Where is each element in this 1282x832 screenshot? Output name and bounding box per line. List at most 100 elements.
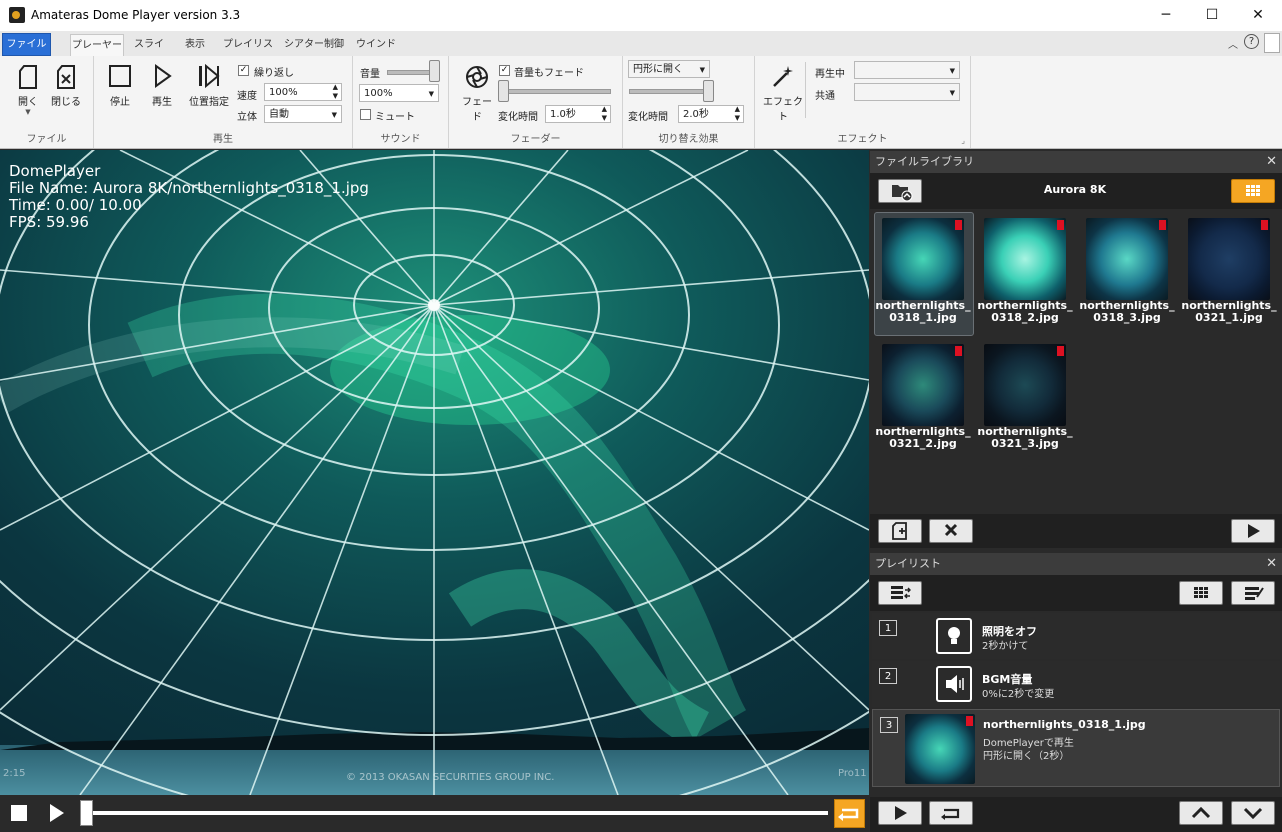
playlist-play-button[interactable] <box>878 801 922 825</box>
seek-bar[interactable] <box>80 811 828 815</box>
spinner-icon: ▲ ▼ <box>734 105 740 122</box>
playlist-header: プレイリスト ✕ <box>870 553 1282 575</box>
tab-player[interactable]: プレーヤー <box>70 34 124 57</box>
aurora-dome-image <box>0 150 869 795</box>
playlist-row[interactable]: 1 照明をオフ 2秒かけて <box>872 613 1280 659</box>
ribbon: 開く ▼ 閉じる ファイル 停止 再生 位置指定 ✓ 繰り返し 速度 100% ▲… <box>0 56 1282 149</box>
library-item[interactable]: northernlights_ 0321_3.jpg <box>976 340 1074 450</box>
fader-slider[interactable] <box>501 89 611 94</box>
lightbulb-icon <box>936 618 972 654</box>
tab-theater-control[interactable]: シアター制御 <box>281 34 347 56</box>
effect-playing-select[interactable]: ▼ <box>854 61 960 79</box>
playlist-row[interactable]: 2 BGM音量 0%に2秒で変更 <box>872 661 1280 707</box>
scroll-handle[interactable] <box>1264 33 1280 53</box>
play-icon[interactable] <box>48 803 66 823</box>
menu-bar: ファイル プレーヤー スライド 表示 プレイリスト シアター制御 ウインドウ ︿… <box>0 31 1282 72</box>
mute-checkbox[interactable] <box>360 109 371 120</box>
chevron-down-icon <box>1243 807 1263 820</box>
help-icon[interactable]: ? <box>1244 34 1259 49</box>
fader-time-input[interactable]: 1.0秒 ▲ ▼ <box>545 105 611 123</box>
move-down-button[interactable] <box>1231 801 1275 825</box>
play-button[interactable]: 再生 <box>146 64 178 108</box>
playlist-row-selected[interactable]: 3 northernlights_0318_1.jpg DomePlayerで再… <box>872 709 1280 787</box>
move-up-button[interactable] <box>1179 801 1223 825</box>
play-icon <box>155 64 172 88</box>
close-file-icon <box>57 65 75 89</box>
library-folder-name: Aurora 8K <box>1043 183 1107 196</box>
transition-mode-select[interactable]: 円形に開く ▼ <box>628 60 710 78</box>
library-toolbar: Aurora 8K <box>870 173 1282 209</box>
collapse-ribbon-icon[interactable]: ︿ <box>1228 36 1238 51</box>
minimize-button[interactable]: ─ <box>1143 0 1189 31</box>
library-play-button[interactable] <box>1231 519 1275 543</box>
tab-slide[interactable]: スライド <box>130 34 168 72</box>
library-item[interactable]: northernlights_ 0318_2.jpg <box>976 214 1074 324</box>
seek-button[interactable]: 位置指定 <box>186 64 232 108</box>
fader-time-label: 変化時間 <box>498 112 538 123</box>
chevron-up-icon <box>1191 806 1211 819</box>
delete-x-icon <box>944 523 958 537</box>
menu-file[interactable]: ファイル <box>2 33 51 56</box>
thumbnail-image <box>1188 218 1270 300</box>
library-header: ファイルライブラリ ✕ <box>870 151 1282 173</box>
playlist-edit-button[interactable] <box>1231 581 1275 605</box>
red-tag-icon <box>1057 346 1064 356</box>
close-file-button[interactable]: 閉じる <box>50 64 82 108</box>
playlist-row-transition: 円形に開く（2秒） <box>983 751 1070 762</box>
library-item[interactable]: northernlights_ 0318_3.jpg <box>1078 214 1176 324</box>
dropdown-arrow-icon: ▼ <box>699 66 705 74</box>
stop-icon[interactable] <box>11 805 27 821</box>
fader-slider-thumb[interactable] <box>498 80 509 102</box>
playlist-grid-button[interactable] <box>1179 581 1223 605</box>
tab-window[interactable]: ウインドウ <box>352 34 400 72</box>
playlist-row-title: 照明をオフ <box>982 625 1037 638</box>
dropdown-arrow-icon: ▼ <box>331 111 337 119</box>
library-close-icon[interactable]: ✕ <box>1266 151 1277 173</box>
library-item[interactable]: northernlights_ 0318_1.jpg <box>874 214 972 324</box>
grid-view-button[interactable] <box>1231 179 1275 203</box>
dialog-launcher-icon[interactable]: ⌟ <box>961 136 965 145</box>
tab-view[interactable]: 表示 <box>176 34 214 56</box>
playlist-close-icon[interactable]: ✕ <box>1266 553 1277 575</box>
remove-file-button[interactable] <box>929 519 973 543</box>
corner-label-left: 2:15 <box>3 768 26 779</box>
effect-button[interactable]: エフェクト <box>761 64 805 123</box>
maximize-button[interactable]: ☐ <box>1189 0 1235 31</box>
play-icon <box>1248 524 1260 538</box>
stereo-label: 立体 <box>237 112 257 123</box>
effect-common-select[interactable]: ▼ <box>854 83 960 101</box>
playlist-return-button[interactable] <box>929 801 973 825</box>
speaker-icon <box>936 666 972 702</box>
add-file-icon <box>892 522 907 540</box>
volume-slider-thumb[interactable] <box>429 60 440 82</box>
repeat-checkbox[interactable]: ✓ <box>238 65 249 76</box>
volume-fade-checkbox[interactable]: ✓ <box>499 65 510 76</box>
file-group: 開く ▼ 閉じる ファイル <box>0 56 94 148</box>
stereo-select[interactable]: 自動 ▼ <box>264 105 342 123</box>
tab-playlist[interactable]: プレイリスト <box>220 34 276 72</box>
transition-slider-thumb[interactable] <box>703 80 714 102</box>
transition-slider[interactable] <box>629 89 711 94</box>
folder-up-button[interactable] <box>878 179 922 203</box>
repeat-toggle-button[interactable] <box>834 799 865 828</box>
add-to-playlist-button[interactable] <box>878 519 922 543</box>
dropdown-arrow-icon: ▼ <box>428 90 434 98</box>
close-button[interactable]: ✕ <box>1235 0 1281 31</box>
open-button[interactable]: 開く ▼ <box>13 64 43 116</box>
speed-input[interactable]: 100% ▲ ▼ <box>264 83 342 101</box>
seek-bar-thumb[interactable] <box>80 800 93 826</box>
fade-button[interactable]: フェード <box>459 64 495 123</box>
transition-time-input[interactable]: 2.0秒 ▲ ▼ <box>678 105 744 123</box>
stop-button[interactable]: 停止 <box>104 64 136 108</box>
red-tag-icon <box>1261 220 1268 230</box>
library-item[interactable]: northernlights_ 0321_1.jpg <box>1180 214 1278 324</box>
dropdown-arrow-icon: ▼ <box>949 89 955 97</box>
dome-viewer[interactable]: DomePlayer File Name: Aurora 8K/northern… <box>0 150 869 795</box>
volume-input[interactable]: 100% ▼ <box>359 84 439 102</box>
thumbnail-image <box>882 218 964 300</box>
playlist-switch-button[interactable] <box>878 581 922 605</box>
library-item[interactable]: northernlights_ 0321_2.jpg <box>874 340 972 450</box>
stop-icon <box>109 65 131 87</box>
dropdown-arrow-icon: ▼ <box>949 67 955 75</box>
open-file-icon <box>19 65 37 89</box>
